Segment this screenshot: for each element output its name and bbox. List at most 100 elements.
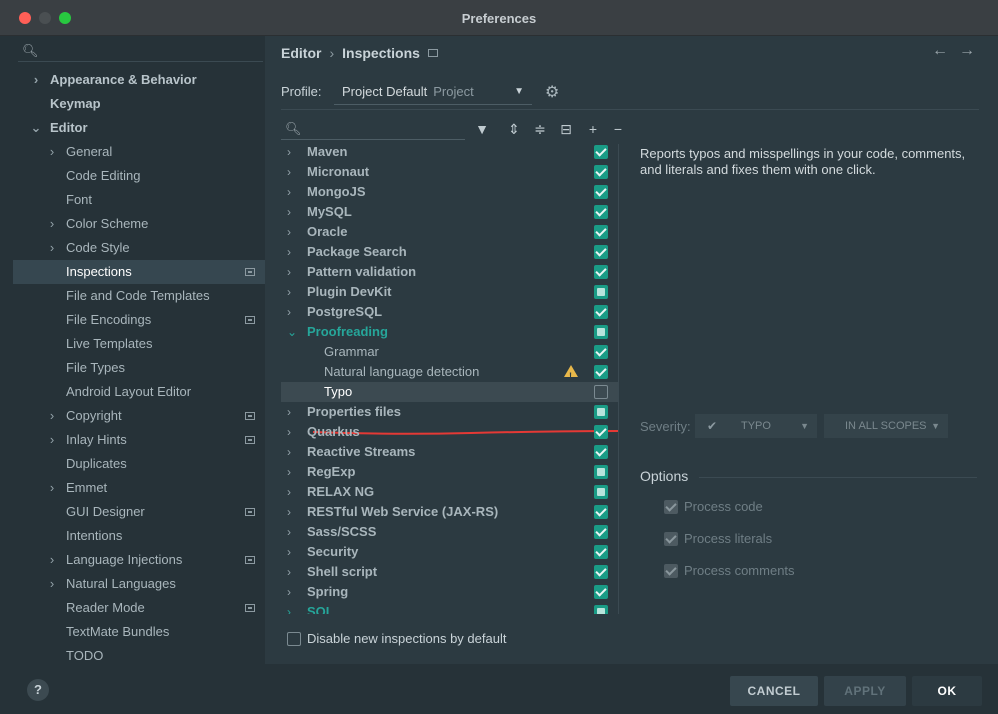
inspection-row-maven[interactable]: › Maven	[281, 144, 618, 162]
sidebar-item-appearance-behavior[interactable]: › Appearance & Behavior	[13, 68, 265, 92]
sidebar-item-inspections[interactable]: Inspections	[13, 260, 265, 284]
expand-all-icon[interactable]: ⇕	[505, 119, 523, 139]
chevron-right-icon[interactable]: ›	[287, 144, 299, 162]
inspection-checkbox[interactable]	[594, 485, 608, 499]
sidebar-item-color-scheme[interactable]: › Color Scheme	[13, 212, 265, 236]
inspection-checkbox[interactable]	[594, 345, 608, 359]
chevron-down-icon[interactable]: ⌄	[30, 116, 42, 140]
sidebar-item-inlay-hints[interactable]: › Inlay Hints	[13, 428, 265, 452]
sidebar-item-editor[interactable]: ⌄ Editor	[13, 116, 265, 140]
sidebar-item-duplicates[interactable]: Duplicates	[13, 452, 265, 476]
sidebar-item-file-encodings[interactable]: File Encodings	[13, 308, 265, 332]
chevron-right-icon[interactable]: ›	[287, 402, 299, 422]
chevron-right-icon[interactable]: ›	[46, 476, 58, 500]
inspection-row-package-search[interactable]: › Package Search	[281, 242, 618, 262]
chevron-right-icon[interactable]: ›	[30, 68, 42, 92]
inspection-checkbox[interactable]	[594, 205, 608, 219]
inspection-checkbox[interactable]	[594, 545, 608, 559]
chevron-right-icon[interactable]: ›	[46, 404, 58, 428]
ok-button[interactable]: OK	[912, 676, 982, 706]
back-arrow-icon[interactable]: ←	[932, 42, 948, 60]
sidebar-item-gui-designer[interactable]: GUI Designer	[13, 500, 265, 524]
inspection-row-micronaut[interactable]: › Micronaut	[281, 162, 618, 182]
inspection-row-mysql[interactable]: › MySQL	[281, 202, 618, 222]
chevron-right-icon[interactable]: ›	[46, 140, 58, 164]
inspection-checkbox[interactable]	[594, 465, 608, 479]
chevron-right-icon[interactable]: ›	[287, 182, 299, 202]
chevron-right-icon[interactable]: ›	[287, 582, 299, 602]
chevron-right-icon[interactable]: ›	[287, 462, 299, 482]
inspection-checkbox[interactable]	[594, 425, 608, 439]
inspection-search-input[interactable]: 🔍︎	[281, 118, 465, 140]
chevron-right-icon[interactable]: ›	[287, 522, 299, 542]
chevron-right-icon[interactable]: ›	[287, 482, 299, 502]
inspection-checkbox[interactable]	[594, 405, 608, 419]
chevron-right-icon[interactable]: ›	[287, 222, 299, 242]
sidebar-item-reader-mode[interactable]: Reader Mode	[13, 596, 265, 620]
inspection-row-pattern-validation[interactable]: › Pattern validation	[281, 262, 618, 282]
inspection-checkbox[interactable]	[594, 565, 608, 579]
chevron-down-icon[interactable]: ⌄	[287, 322, 299, 342]
breadcrumb-parent[interactable]: Editor	[281, 45, 321, 61]
inspection-checkbox[interactable]	[594, 185, 608, 199]
inspection-checkbox[interactable]	[594, 225, 608, 239]
option-checkbox[interactable]	[664, 564, 678, 578]
inspection-checkbox[interactable]	[594, 365, 608, 379]
chevron-right-icon[interactable]: ›	[46, 428, 58, 452]
sidebar-item-file-types[interactable]: File Types	[13, 356, 265, 380]
sidebar-item-android-layout-editor[interactable]: Android Layout Editor	[13, 380, 265, 404]
sidebar-item-emmet[interactable]: › Emmet	[13, 476, 265, 500]
inspection-checkbox[interactable]	[594, 585, 608, 599]
inspection-row-plugin-devkit[interactable]: › Plugin DevKit	[281, 282, 618, 302]
inspection-row-proofreading[interactable]: ⌄ Proofreading	[281, 322, 618, 342]
scope-dropdown[interactable]: IN ALL SCOPES ▼	[824, 414, 948, 438]
sidebar-item-intentions[interactable]: Intentions	[13, 524, 265, 548]
inspection-row-sql[interactable]: › SQL	[281, 602, 618, 614]
cancel-button[interactable]: CANCEL	[730, 676, 818, 706]
inspection-row-oracle[interactable]: › Oracle	[281, 222, 618, 242]
inspection-checkbox[interactable]	[594, 265, 608, 279]
chevron-right-icon[interactable]: ›	[287, 202, 299, 222]
inspection-checkbox[interactable]	[594, 385, 608, 399]
sidebar-item-file-and-code-templates[interactable]: File and Code Templates	[13, 284, 265, 308]
severity-dropdown[interactable]: ✔ TYPO ▼	[695, 414, 817, 438]
inspection-row-properties-files[interactable]: › Properties files	[281, 402, 618, 422]
sidebar-item-keymap[interactable]: Keymap	[13, 92, 265, 116]
chevron-right-icon[interactable]: ›	[46, 236, 58, 260]
disable-new-checkbox[interactable]	[287, 632, 301, 646]
chevron-right-icon[interactable]: ›	[287, 502, 299, 522]
reset-icon[interactable]: ⊟	[557, 119, 575, 139]
inspection-row-sass-scss[interactable]: › Sass/SCSS	[281, 522, 618, 542]
inspection-checkbox[interactable]	[594, 305, 608, 319]
chevron-right-icon[interactable]: ›	[287, 602, 299, 614]
chevron-right-icon[interactable]: ›	[287, 422, 299, 442]
sidebar-item-code-style[interactable]: › Code Style	[13, 236, 265, 260]
help-button[interactable]: ?	[27, 679, 49, 701]
inspection-checkbox[interactable]	[594, 285, 608, 299]
collapse-all-icon[interactable]: ≑	[531, 119, 549, 139]
sidebar-item-natural-languages[interactable]: › Natural Languages	[13, 572, 265, 596]
inspection-row-reactive-streams[interactable]: › Reactive Streams	[281, 442, 618, 462]
chevron-right-icon[interactable]: ›	[287, 442, 299, 462]
inspection-row-shell-script[interactable]: › Shell script	[281, 562, 618, 582]
inspection-row-grammar[interactable]: Grammar	[281, 342, 618, 362]
inspection-row-typo[interactable]: Typo	[281, 382, 618, 402]
inspection-checkbox[interactable]	[594, 505, 608, 519]
sidebar-item-code-editing[interactable]: Code Editing	[13, 164, 265, 188]
sidebar-search-input[interactable]: 🔍︎	[18, 40, 263, 62]
sidebar-item-language-injections[interactable]: › Language Injections	[13, 548, 265, 572]
remove-icon[interactable]: −	[609, 119, 627, 139]
inspection-row-restful-web-service-jax-rs[interactable]: › RESTful Web Service (JAX-RS)	[281, 502, 618, 522]
chevron-right-icon[interactable]: ›	[287, 562, 299, 582]
add-icon[interactable]: +	[584, 119, 602, 139]
chevron-right-icon[interactable]: ›	[46, 212, 58, 236]
inspection-row-natural-language-detection[interactable]: Natural language detection	[281, 362, 618, 386]
sidebar-item-textmate-bundles[interactable]: TextMate Bundles	[13, 620, 265, 644]
inspection-checkbox[interactable]	[594, 165, 608, 179]
sidebar-item-font[interactable]: Font	[13, 188, 265, 212]
filter-icon[interactable]: ▼	[473, 119, 491, 139]
inspection-row-mongojs[interactable]: › MongoJS	[281, 182, 618, 202]
chevron-right-icon[interactable]: ›	[46, 572, 58, 596]
apply-button[interactable]: APPLY	[824, 676, 906, 706]
inspection-row-postgresql[interactable]: › PostgreSQL	[281, 302, 618, 322]
